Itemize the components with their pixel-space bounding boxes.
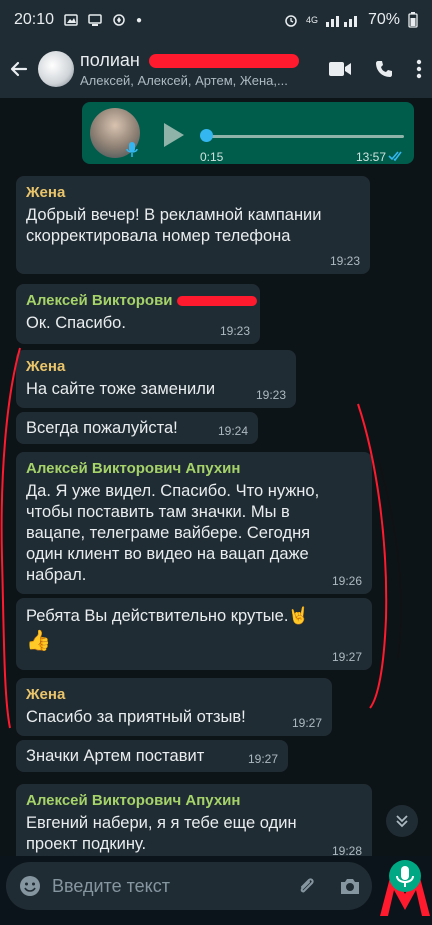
chat-info[interactable]: полиан Алексей, Алексей, Артем, Жена,... bbox=[80, 50, 320, 88]
message-input[interactable]: Введите текст bbox=[6, 862, 372, 910]
clock: 20:10 bbox=[14, 11, 55, 28]
chat-title: полиан bbox=[80, 50, 140, 70]
camera-icon[interactable] bbox=[339, 875, 361, 897]
chat-header: полиан Алексей, Алексей, Артем, Жена,... bbox=[0, 40, 432, 98]
voice-record-button[interactable] bbox=[378, 850, 432, 920]
attach-icon[interactable] bbox=[296, 875, 318, 897]
network-type: 4G bbox=[305, 15, 318, 25]
battery-icon bbox=[408, 12, 418, 28]
scroll-down-button[interactable] bbox=[386, 805, 418, 837]
emoji-icon[interactable] bbox=[18, 874, 42, 898]
chat-area[interactable]: 0:15 13:57 Жена Добрый вечер! В рекламно… bbox=[0, 98, 432, 856]
signal-icon bbox=[325, 16, 357, 27]
double-chevron-down-icon bbox=[396, 815, 408, 828]
more-options-icon[interactable] bbox=[416, 59, 422, 79]
redaction-mark bbox=[148, 54, 299, 69]
video-call-icon[interactable] bbox=[328, 60, 352, 78]
message-input-placeholder: Введите текст bbox=[52, 876, 170, 896]
composer: Введите текст bbox=[0, 856, 432, 920]
annotation-left bbox=[0, 347, 402, 729]
phone-icon[interactable] bbox=[374, 59, 394, 79]
alarm-icon bbox=[285, 15, 297, 27]
group-avatar[interactable] bbox=[38, 51, 74, 87]
cast-icon bbox=[88, 14, 102, 26]
dot-indicator: ● bbox=[136, 14, 143, 26]
mic-logo-icon bbox=[380, 860, 430, 916]
battery-level: 70% bbox=[367, 11, 400, 28]
gallery-icon bbox=[64, 14, 78, 26]
app-icon bbox=[113, 14, 125, 26]
status-bar: 20:10 ● 4G 70% bbox=[0, 0, 432, 40]
arrow-left-icon bbox=[10, 61, 28, 77]
chat-members: Алексей, Алексей, Артем, Жена,... bbox=[80, 73, 288, 88]
back-button[interactable] bbox=[6, 56, 32, 82]
